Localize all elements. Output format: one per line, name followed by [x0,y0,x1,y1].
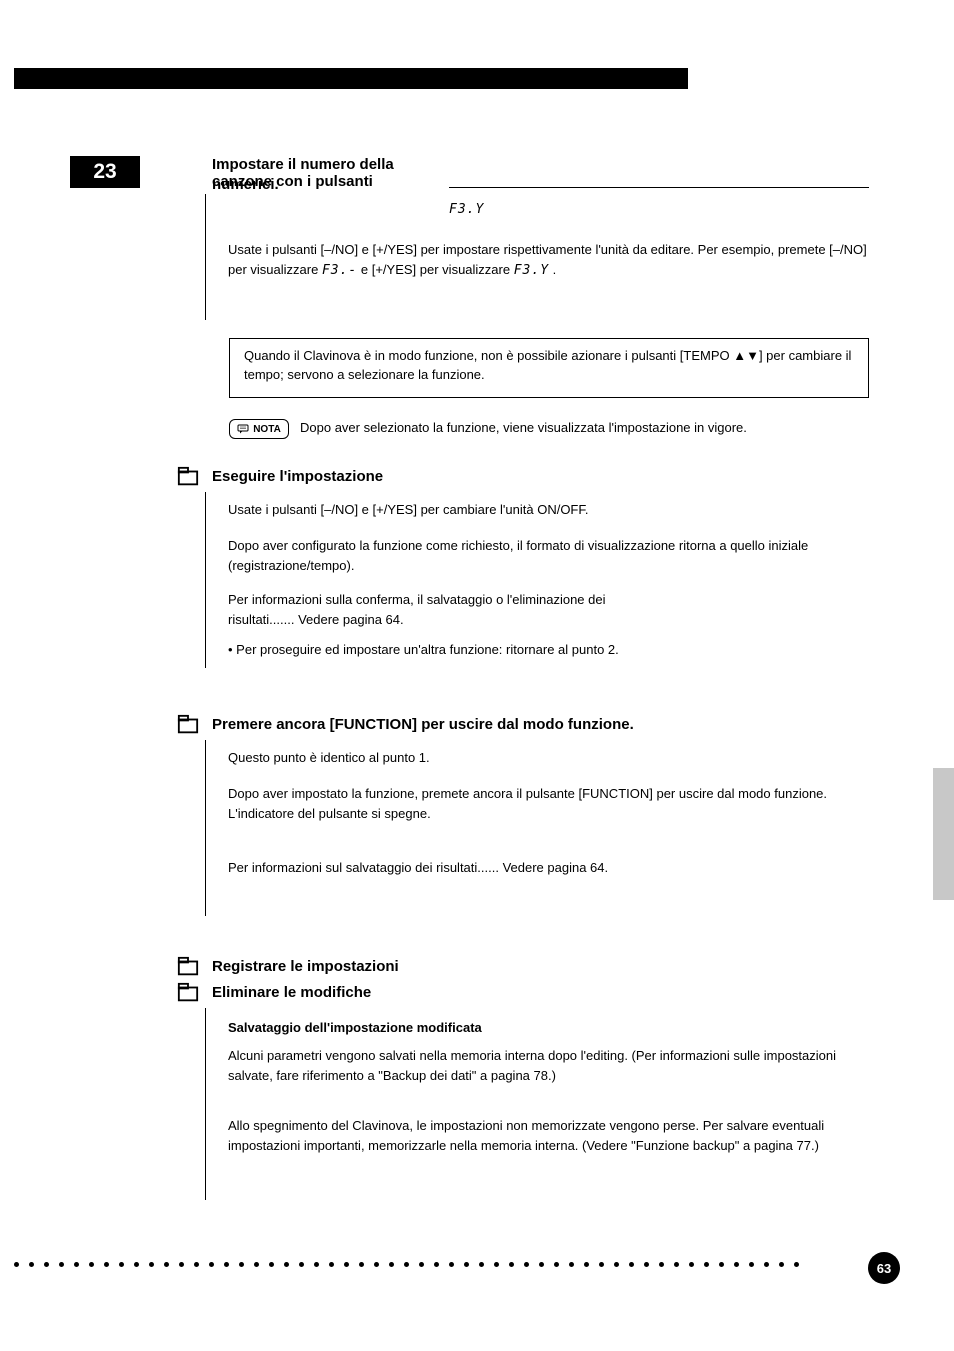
flow-line-1 [205,194,206,320]
sec3-heading: Premere ancora [FUNCTION] per uscire dal… [212,716,862,733]
callout-text: Quando il Clavinova è in modo funzione, … [244,348,851,382]
sec1-code-b: F3.Y [514,263,549,278]
sec2-p3a: Per informazioni sulla conferma, il salv… [228,592,606,607]
flow-line-4 [205,1008,206,1200]
sec4-p1: Salvataggio dell'impostazione modificata [228,1018,868,1038]
section-icon-2 [176,466,200,488]
sec4-heading-a: Registrare le impostazioni [212,958,399,975]
page-number-circle: 63 [868,1252,900,1284]
flow-line-2 [205,492,206,668]
sec3-p1: Questo punto è identico al punto 1. [228,748,868,768]
sec3-p3: Per informazioni sul salvataggio dei ris… [228,858,868,878]
step-number: 23 [93,160,116,184]
header-black-bar [14,68,688,89]
sec2-p2: Dopo aver configurato la funzione come r… [228,536,868,576]
sec1-p2end: per visualizzare [420,262,514,277]
flow-line-3 [205,740,206,916]
nota-text: Dopo aver selezionato la funzione, viene… [300,419,870,438]
nota-label: NOTA [253,424,281,435]
sec2-p1: Usate i pulsanti [–/NO] e [+/YES] per ca… [228,500,868,520]
section-rule [449,187,869,188]
callout-box: Quando il Clavinova è in modo funzione, … [229,338,869,398]
sec4-p2: Alcuni parametri vengono salvati nella m… [228,1046,868,1086]
sec1-heading-line2a: numerici. [212,176,279,193]
section-icon-4b [176,982,200,1004]
sec1-code-a: F3.- [322,263,357,278]
sec1-para2: Usate i pulsanti [–/NO] e [+/YES] per im… [228,240,868,281]
sec3-p2: Dopo aver impostato la funzione, premete… [228,784,868,824]
section-icon-3 [176,714,200,736]
speech-bubble-icon [237,423,249,435]
page-number: 63 [877,1261,891,1276]
sec1-p2mid: e [+/YES] [361,262,420,277]
sec2-p4: • Per proseguire ed impostare un'altra f… [228,640,868,660]
nota-badge: NOTA [229,419,289,439]
sec1-p2a: Usate i pulsanti [–/NO] e [+/YES] per im… [228,242,592,257]
sec2-p3: Per informazioni sulla conferma, il salv… [228,590,868,630]
sec4-p3: Allo spegnimento del Clavinova, le impos… [228,1116,868,1156]
sec1-code-top: F3.Y [449,200,484,220]
section-icon-4a [176,956,200,978]
sec2-p3b: risultati....... Vedere pagina 64. [228,612,404,627]
sec4-heading-b: Eliminare le modifiche [212,984,371,1001]
step-number-badge: 23 [70,156,140,188]
footer-dots [14,1262,799,1268]
sec2-heading: Eseguire l'impostazione [212,468,383,485]
side-tab [933,768,954,900]
sec1-p2tail: . [553,262,557,277]
